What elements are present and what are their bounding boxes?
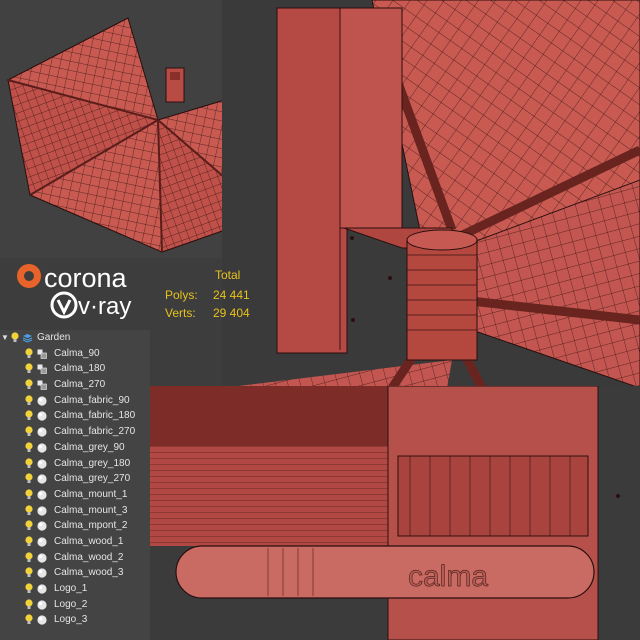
tree-item-label: Calma_fabric_270 [54,426,136,438]
sphere-icon [37,521,47,531]
sphere-icon [37,411,47,422]
group-icon [37,364,47,375]
light-bulb-icon[interactable] [25,395,33,406]
stats-label: Polys: [165,288,198,302]
viewport-pole-hub[interactable] [222,0,640,388]
scene-explorer: ▼ Garden Calma_90 Calma_180 Calma_270 Calma… [0,330,150,640]
light-bulb-icon[interactable] [25,348,33,359]
tree-item-label: Calma_wood_3 [54,567,124,579]
tree-item-label: Calma_mount_3 [54,504,128,516]
light-bulb-icon[interactable] [25,614,33,625]
tree-item[interactable]: Calma_fabric_180 [0,408,150,424]
light-bulb-icon[interactable] [25,379,33,390]
stats-header: Total [215,268,241,282]
tree-item-label: Calma_270 [54,379,106,391]
tree-item[interactable]: Logo_3 [0,612,150,628]
sphere-icon [37,427,47,437]
sphere-icon [37,458,47,469]
stats-label: Verts: [165,306,196,320]
svg-text:corona: corona [44,263,128,293]
sphere-icon [37,490,47,500]
tree-item[interactable]: Calma_mount_1 [0,487,150,503]
group-icon [37,349,47,359]
scene-statistics: Total Polys: 24 441 Verts: 29 404 [164,265,264,325]
tree-item[interactable]: Calma_wood_3 [0,565,150,581]
tree-items: Calma_90 Calma_180 Calma_270 Calma_fabric_9… [0,346,150,628]
tree-item-label: Calma_grey_270 [54,473,131,485]
tree-item[interactable]: Logo_2 [0,597,150,613]
tree-item-label: Calma_wood_1 [54,535,124,547]
tree-item-label: Logo_3 [54,614,88,626]
tree-item[interactable]: Calma_mpont_2 [0,518,150,534]
collapse-triangle-icon[interactable]: ▼ [1,330,9,346]
light-bulb-icon[interactable] [25,567,33,578]
tree-item-label: Garden [37,332,71,343]
tree-item[interactable]: Calma_wood_1 [0,534,150,550]
tree-item[interactable]: Calma_grey_180 [0,456,150,472]
light-bulb-icon[interactable] [25,410,33,421]
base-engraving-text: calma [408,560,488,593]
tree-item[interactable]: Calma_270 [0,377,150,393]
sphere-icon [37,537,47,547]
vray-logo-icon: v·ray [50,291,131,320]
light-bulb-icon[interactable] [25,426,33,437]
viewport-base-detail[interactable]: calma [148,386,640,640]
tree-item[interactable]: Calma_grey_270 [0,471,150,487]
tree-item[interactable]: Calma_fabric_90 [0,393,150,409]
sphere-icon [37,615,47,625]
tree-item-label: Calma_fabric_180 [54,410,136,422]
light-bulb-icon[interactable] [25,599,33,610]
tree-item-label: Calma_grey_90 [54,441,125,453]
tree-item[interactable]: Calma_mount_3 [0,503,150,519]
light-bulb-icon[interactable] [25,536,33,547]
render-engine-logos: corona v·ray [14,258,164,322]
corona-logo-icon: corona [17,263,128,293]
tree-item[interactable]: Calma_grey_90 [0,440,150,456]
sphere-icon [37,568,47,578]
light-bulb-icon[interactable] [25,583,33,594]
light-bulb-icon[interactable] [25,363,33,374]
group-icon [37,380,47,390]
layer-stack-icon [22,333,33,343]
tree-item-label: Calma_90 [54,347,100,359]
light-bulb-icon[interactable] [25,504,33,516]
tree-item-label: Calma_mpont_2 [54,520,128,532]
light-bulb-icon[interactable] [11,332,19,343]
tree-item[interactable]: Logo_1 [0,581,150,597]
tree-item-label: Logo_2 [54,598,88,610]
stats-value: 29 404 [213,306,250,320]
light-bulb-icon[interactable] [25,552,33,563]
svg-text:v·ray: v·ray [78,293,131,320]
tree-item-label: Calma_fabric_90 [54,394,130,406]
tree-item[interactable]: Calma_fabric_270 [0,424,150,440]
light-bulb-icon[interactable] [25,489,33,500]
light-bulb-icon[interactable] [25,442,33,453]
tree-item-label: Calma_grey_180 [54,457,131,469]
sphere-icon [37,505,47,516]
tree-item-label: Logo_1 [54,583,88,594]
tree-item[interactable]: Calma_180 [0,361,150,377]
light-bulb-icon[interactable] [25,473,33,484]
tree-item-label: Calma_mount_1 [54,488,128,500]
sphere-icon [37,584,47,594]
sphere-icon [37,443,47,453]
tree-item-label: Calma_180 [54,363,106,375]
light-bulb-icon[interactable] [25,520,33,531]
sphere-icon [37,396,47,406]
tree-item[interactable]: Calma_90 [0,346,150,362]
sphere-icon [37,474,47,484]
tree-item[interactable]: Calma_wood_2 [0,550,150,566]
sphere-icon [37,600,47,610]
stats-value: 24 441 [213,288,250,302]
light-bulb-icon[interactable] [25,457,33,469]
tree-root-garden[interactable]: ▼ Garden [0,330,150,346]
sphere-icon [37,553,47,563]
tree-item-label: Calma_wood_2 [54,551,124,563]
